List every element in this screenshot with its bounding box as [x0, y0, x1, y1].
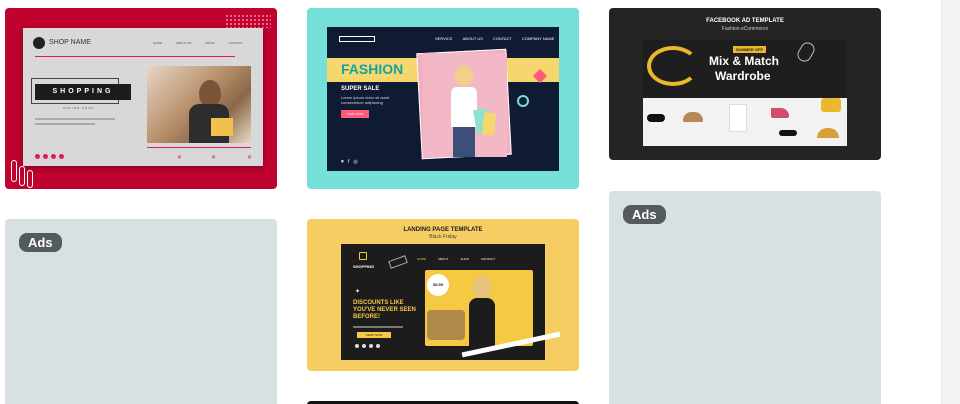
facebook-product-strip	[643, 98, 847, 146]
card-landing-template[interactable]: LANDING PAGE TEMPLATE Black Friday SHOPP…	[307, 219, 579, 371]
sparkle-icon: ✦	[355, 289, 361, 295]
fashion-panel: SERVICE ABOUT US CONTACT COMPANY NAME FA…	[327, 27, 559, 171]
close-icon: ✕	[177, 155, 183, 161]
landing-social-icons	[355, 344, 380, 348]
card-facebook-template[interactable]: FACEBOOK AD TEMPLATE Fashion eCommerce S…	[609, 8, 881, 160]
landing-nav-item: SHOP	[460, 257, 469, 261]
landing-headline: DISCOUNTS LIKE YOU'VE NEVER SEEN BEFORE!	[353, 300, 416, 320]
landing-nav-item: HOME	[417, 257, 426, 261]
landing-nav-item: CONTACT	[480, 257, 496, 261]
landing-price-badge: $9.99	[427, 274, 449, 296]
fashion-nav-item: ABOUT US	[462, 36, 483, 41]
landing-nav: HOME ABOUT SHOP CONTACT	[417, 257, 495, 261]
shop-text-line	[35, 118, 115, 120]
facebook-line2: Wardrobe	[715, 69, 771, 83]
card-ads-placeholder-left[interactable]: Ads	[5, 219, 277, 404]
fashion-logo	[339, 36, 375, 42]
shop-nav: HOME ABOUT US PRICE CONTACT	[153, 41, 243, 45]
shop-nav-item: HOME	[153, 41, 162, 45]
decor-loop	[27, 170, 33, 188]
fashion-nav-item: COMPANY NAME	[521, 36, 555, 41]
close-icon: ✕	[211, 155, 217, 161]
card-fashion-template[interactable]: SERVICE ABOUT US CONTACT COMPANY NAME FA…	[307, 8, 579, 189]
shop-nav-item: ABOUT US	[176, 41, 192, 45]
shop-name: SHOP NAME	[49, 39, 91, 46]
fashion-body: Lorem ipsum dolor sit amet consectetuer …	[341, 95, 390, 105]
landing-shop-button: SHOP NOW	[357, 332, 391, 338]
shop-nav-item: PRICE	[205, 41, 215, 45]
fashion-nav-item: CONTACT	[492, 36, 512, 41]
price-tag-icon	[388, 255, 408, 269]
fashion-sale: SUPER SALE	[341, 86, 380, 92]
facebook-panel: SUMMER OFF Mix & Match Wardrobe	[643, 39, 847, 146]
scrollbar[interactable]	[941, 0, 960, 404]
landing-brand: SHOPPING	[353, 264, 375, 269]
fashion-photo	[423, 53, 507, 157]
decor-triangle	[525, 59, 535, 73]
landing-heading: LANDING PAGE TEMPLATE	[403, 227, 483, 233]
shop-social-icons	[35, 154, 64, 159]
landing-text-line	[353, 326, 403, 328]
shop-divider	[35, 56, 235, 57]
bag-icon	[359, 252, 367, 260]
landing-panel: SHOPPING HOME ABOUT SHOP CONTACT ✦ DISCO…	[341, 244, 561, 360]
close-icon: ✕	[247, 155, 253, 161]
card-ads-placeholder-right[interactable]: Ads	[609, 191, 881, 404]
landing-subheading: Black Friday	[429, 234, 457, 240]
shop-subtitle: ONLINE SHOP	[63, 106, 95, 110]
landing-nav-item: ABOUT	[438, 257, 449, 261]
ads-badge: Ads	[623, 205, 666, 224]
fashion-social-icons: ♥ f ◎	[341, 159, 358, 165]
facebook-line1: Mix & Match	[709, 54, 780, 68]
shop-title: SHOPPING	[35, 84, 131, 100]
shop-nav-item: CONTACT	[228, 41, 243, 45]
decor-loop	[11, 160, 17, 182]
fashion-nav-item: SERVICE	[435, 36, 453, 41]
decor-ring	[517, 95, 529, 107]
ads-badge: Ads	[19, 233, 62, 252]
fashion-shop-button: SHOP NOW	[341, 110, 369, 118]
shop-text-line	[35, 123, 95, 125]
facebook-subheading: Fashion eCommerce	[721, 26, 769, 32]
decor-loop	[19, 166, 25, 186]
template-gallery: SHOP NAME HOME ABOUT US PRICE CONTACT SH…	[0, 0, 960, 404]
facebook-heading: FACEBOOK AD TEMPLATE	[706, 18, 784, 24]
dot-pattern	[225, 14, 271, 28]
shop-panel: SHOP NAME HOME ABOUT US PRICE CONTACT SH…	[23, 28, 263, 166]
fashion-nav: SERVICE ABOUT US CONTACT COMPANY NAME	[435, 36, 554, 41]
paperclip-icon	[794, 39, 818, 65]
fashion-title: FASHION	[341, 61, 404, 77]
shop-photo	[147, 66, 251, 143]
shop-logo-icon	[33, 37, 45, 49]
card-shopping-template[interactable]: SHOP NAME HOME ABOUT US PRICE CONTACT SH…	[5, 8, 277, 189]
shop-divider	[147, 147, 251, 148]
gold-necklace	[647, 46, 699, 86]
facebook-badge: SUMMER OFF	[733, 46, 766, 53]
